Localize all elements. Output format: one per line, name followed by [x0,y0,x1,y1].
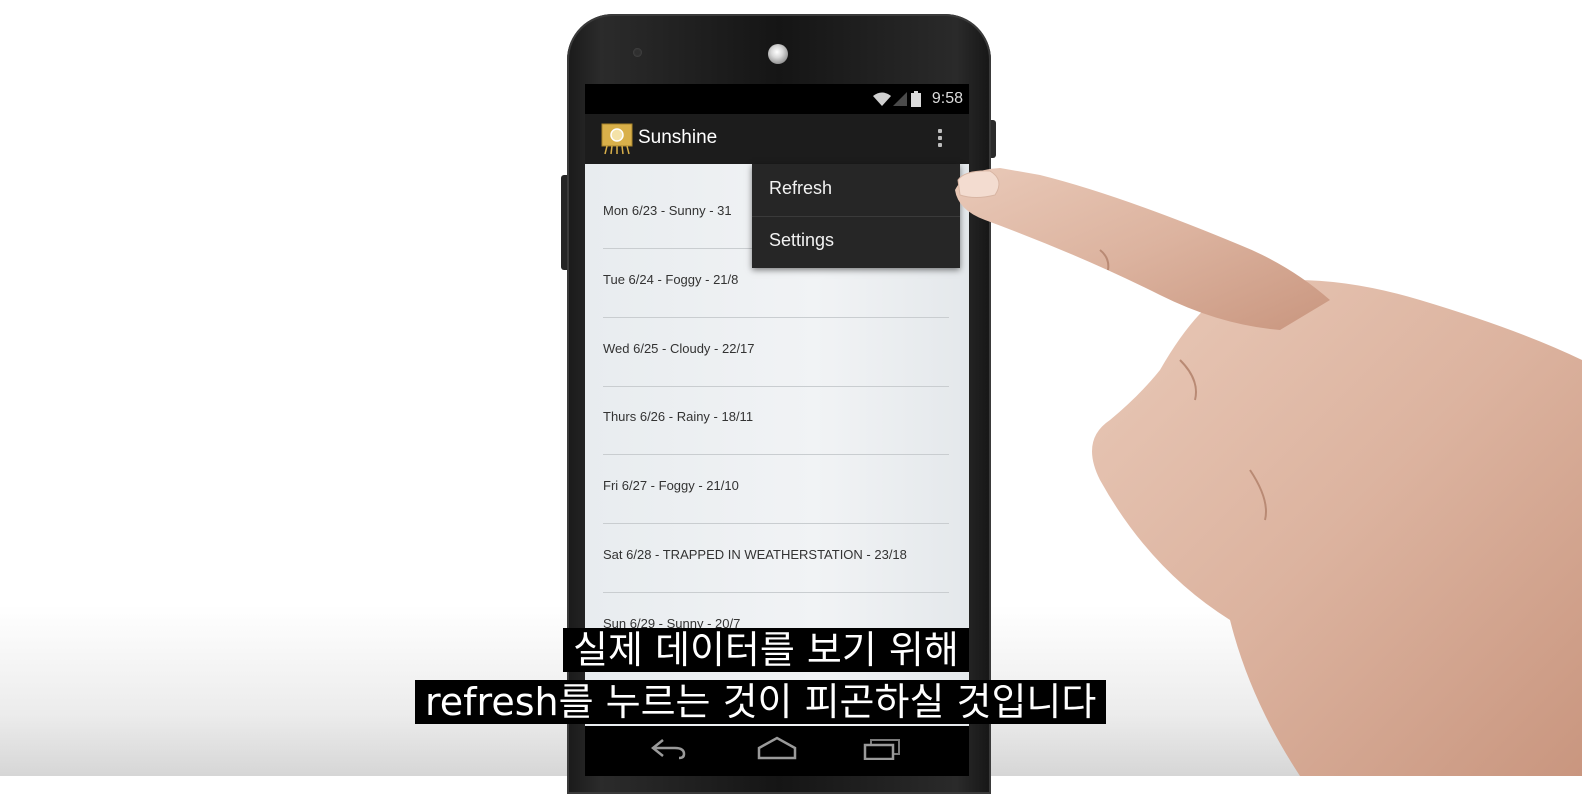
back-icon[interactable] [651,738,687,760]
app-title: Sunshine [638,127,718,148]
list-item[interactable]: Thurs 6/26 - Rainy - 18/11 [603,386,949,455]
status-bar: 9:58 [585,84,969,114]
forecast-text: Thurs 6/26 - Rainy - 18/11 [603,409,754,424]
forecast-text: Mon 6/23 - Sunny - 31 [603,203,732,218]
phone-screen: 9:58 Sunshine Mon 6/23 - Sunny - 31 Tue … [585,84,969,776]
list-item[interactable]: Sat 6/28 - TRAPPED IN WEATHERSTATION - 2… [603,524,949,593]
wifi-icon [873,92,891,106]
navigation-bar [585,726,969,776]
subtitle-line-2: refresh를 누르는 것이 피곤하실 것입니다 [415,680,1107,724]
sun-icon [601,123,633,155]
list-item[interactable]: Wed 6/25 - Cloudy - 22/17 [603,318,949,387]
front-camera-icon [768,44,788,64]
battery-icon [911,91,921,107]
forecast-text: Tue 6/24 - Foggy - 21/8 [603,272,739,287]
signal-icon [893,92,907,106]
menu-item-refresh[interactable]: Refresh [752,164,960,216]
menu-item-label: Settings [769,230,835,250]
forecast-text: Wed 6/25 - Cloudy - 22/17 [603,341,755,356]
menu-item-settings[interactable]: Settings [752,216,960,268]
home-icon[interactable] [757,736,797,760]
recents-icon[interactable] [863,738,901,760]
overflow-menu-icon[interactable] [930,126,950,154]
menu-item-label: Refresh [769,178,833,198]
forecast-text: Sat 6/28 - TRAPPED IN WEATHERSTATION - 2… [603,547,907,562]
status-time: 9:58 [931,90,963,107]
forecast-text: Fri 6/27 - Foggy - 21/10 [603,478,739,493]
action-bar: Sunshine [585,114,969,164]
list-item[interactable]: Fri 6/27 - Foggy - 21/10 [603,455,949,524]
overflow-menu: Refresh Settings [752,164,960,268]
subtitle-line-1: 실제 데이터를 보기 위해 [563,628,969,672]
proximity-sensor [633,48,642,57]
